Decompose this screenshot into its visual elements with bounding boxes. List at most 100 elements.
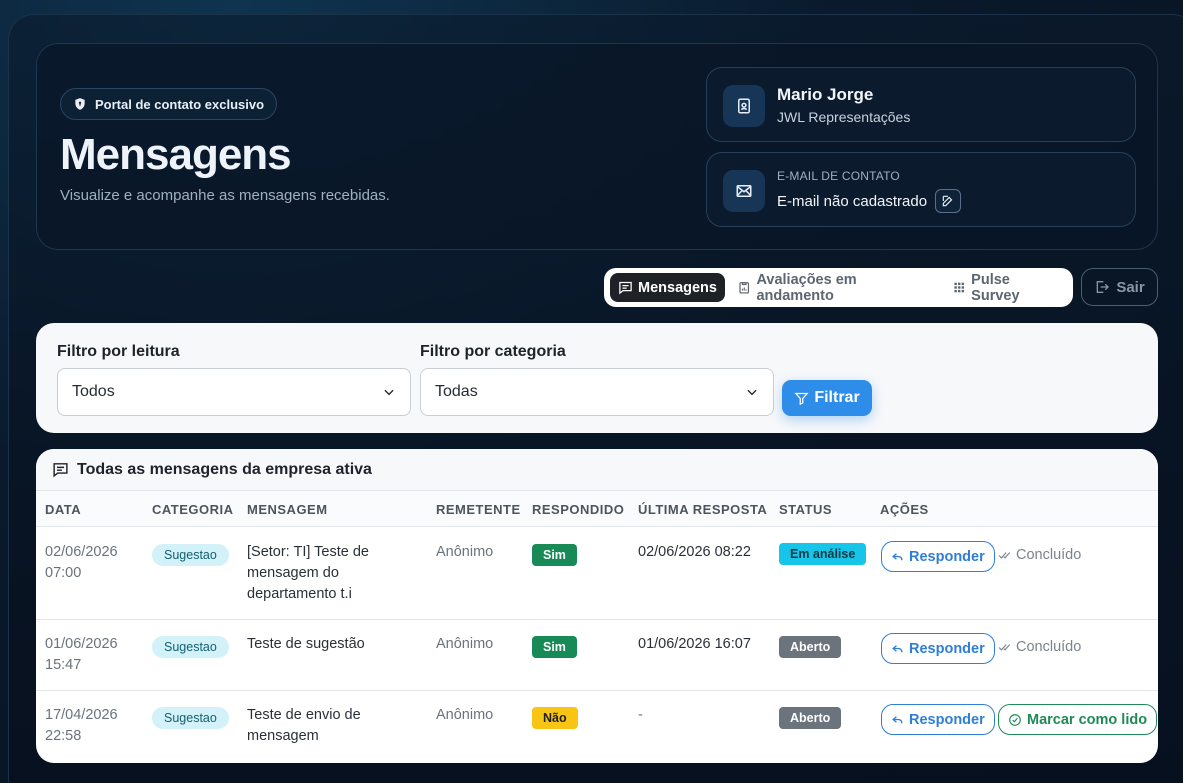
category-filter-select[interactable]: Todas [420, 368, 774, 416]
portal-badge: Portal de contato exclusivo [60, 88, 278, 120]
filter-icon [794, 392, 809, 405]
mark-read-label: Marcar como lido [1027, 711, 1148, 728]
logout-button[interactable]: Sair [1081, 268, 1158, 306]
status-badge: Aberto [779, 636, 842, 658]
row-date-time: 07:00 [45, 565, 82, 581]
completed-label: Concluído [1016, 547, 1082, 563]
reply-icon [892, 645, 903, 653]
filter-button-label: Filtrar [814, 389, 860, 406]
reading-filter-label: Filtro por leitura [57, 343, 180, 360]
filter-panel: Filtro por leitura Todos Filtro por cate… [36, 323, 1158, 433]
category-filter-value: Todas [435, 383, 478, 400]
tab-pulse-survey[interactable]: Pulse Survey [944, 271, 1067, 304]
row-message-line: [Setor: TI] Teste de [247, 544, 369, 560]
logout-label: Sair [1116, 278, 1145, 296]
user-card: Mario Jorge JWL Representações [706, 67, 1136, 142]
col-ultima-resposta: ÚLTIMA RESPOSTA [638, 502, 768, 517]
mark-read-button[interactable]: Marcar como lido [998, 704, 1158, 735]
message-square-icon [53, 463, 68, 478]
row-last-reply: 02/06/2026 08:22 [638, 544, 751, 560]
row-message-line: departamento t.i [247, 586, 352, 602]
email-value: E-mail não cadastrado [777, 192, 928, 210]
table-title: Todas as mensagens da empresa ativa [77, 460, 372, 478]
row-message: [Setor: TI] Teste de mensagem do departa… [247, 542, 369, 605]
user-company: JWL Representações [777, 109, 911, 125]
row-message-line: mensagem do [247, 565, 339, 581]
row-message-line: Teste de envio de [247, 707, 361, 723]
chevron-down-icon [384, 389, 394, 396]
reading-filter-value: Todos [72, 383, 115, 400]
clipboard-chart-icon [739, 282, 750, 294]
column-headers: DATA CATEGORIA MENSAGEM REMETENTE RESPON… [36, 491, 1158, 527]
row-date-day: 01/06/2026 [45, 636, 118, 652]
tab-mensagens-label: Mensagens [638, 279, 717, 296]
reply-button[interactable]: Responder [881, 704, 995, 735]
table-row: 01/06/2026 15:47 Sugestao Teste de suges… [36, 620, 1158, 691]
message-square-icon [619, 281, 632, 295]
email-card: E-MAIL DE CONTATO E-mail não cadastrado [706, 152, 1136, 227]
filter-button[interactable]: Filtrar [782, 380, 872, 416]
answered-badge: Sim [532, 636, 577, 658]
row-message-line: mensagem [247, 728, 319, 744]
header-panel: Portal de contato exclusivo Mensagens Vi… [36, 43, 1158, 250]
row-date-time: 22:58 [45, 728, 82, 744]
tab-mensagens[interactable]: Mensagens [610, 273, 725, 302]
answered-badge: Não [532, 707, 578, 729]
status-badge: Em análise [779, 543, 867, 565]
edit-icon [942, 195, 953, 207]
reply-label: Responder [909, 640, 985, 657]
category-filter-label: Filtro por categoria [420, 343, 566, 360]
edit-email-button[interactable] [935, 189, 962, 213]
mail-icon [736, 185, 752, 197]
completed-action[interactable]: Concluído [998, 547, 1081, 563]
check-double-icon [998, 644, 1011, 651]
col-categoria: CATEGORIA [152, 502, 234, 517]
grid-icon [954, 282, 964, 293]
table-header: Todas as mensagens da empresa ativa [36, 449, 1158, 491]
shield-icon [75, 98, 85, 110]
row-sender: Anônimo [436, 707, 494, 723]
tab-avaliacoes-label: Avaliações em andamento [756, 271, 857, 304]
row-message-line: Teste de sugestão [247, 636, 365, 652]
row-sender: Anônimo [436, 636, 494, 652]
row-date: 01/06/2026 15:47 [45, 634, 118, 676]
row-last-reply: - [638, 707, 643, 723]
reply-button[interactable]: Responder [881, 541, 995, 572]
chevron-down-icon [747, 389, 757, 396]
col-remetente: REMETENTE [436, 502, 521, 517]
reply-icon [892, 716, 903, 724]
col-acoes: AÇÕES [880, 502, 929, 517]
row-message: Teste de sugestão [247, 634, 365, 655]
table-row: 02/06/2026 07:00 Sugestao [Setor: TI] Te… [36, 528, 1158, 620]
completed-action[interactable]: Concluído [998, 639, 1081, 655]
reply-button[interactable]: Responder [881, 633, 995, 664]
main-tabs: Mensagens Avaliações em andamento Pulse … [604, 268, 1073, 307]
tab-avaliacoes[interactable]: Avaliações em andamento [729, 271, 940, 304]
email-value-row: E-mail não cadastrado [777, 189, 962, 213]
col-data: DATA [45, 502, 82, 517]
category-badge: Sugestao [152, 544, 229, 566]
email-caption: E-MAIL DE CONTATO [777, 169, 900, 183]
row-date-day: 17/04/2026 [45, 707, 118, 723]
check-double-icon [998, 552, 1011, 559]
user-badge-icon-wrap [723, 85, 765, 127]
row-last-reply: 01/06/2026 16:07 [638, 636, 751, 652]
col-respondido: RESPONDIDO [532, 502, 625, 517]
check-circle-icon [1009, 713, 1021, 726]
portal-badge-label: Portal de contato exclusivo [95, 96, 265, 112]
page-subtitle: Visualize e acompanhe as mensagens receb… [60, 187, 390, 204]
answered-badge: Sim [532, 544, 577, 566]
reply-label: Responder [909, 548, 985, 565]
tab-pulse-survey-label: Pulse Survey [971, 271, 1020, 304]
reading-filter-select[interactable]: Todos [57, 368, 411, 416]
table-row: 17/04/2026 22:58 Sugestao Teste de envio… [36, 691, 1158, 763]
completed-label: Concluído [1016, 639, 1082, 655]
messages-table: Todas as mensagens da empresa ativa DATA… [36, 449, 1158, 763]
row-date: 17/04/2026 22:58 [45, 705, 118, 747]
row-date-day: 02/06/2026 [45, 544, 118, 560]
reply-label: Responder [909, 711, 985, 728]
row-date-time: 15:47 [45, 657, 82, 673]
col-mensagem: MENSAGEM [247, 502, 328, 517]
reply-icon [892, 553, 903, 561]
col-status: STATUS [779, 502, 833, 517]
